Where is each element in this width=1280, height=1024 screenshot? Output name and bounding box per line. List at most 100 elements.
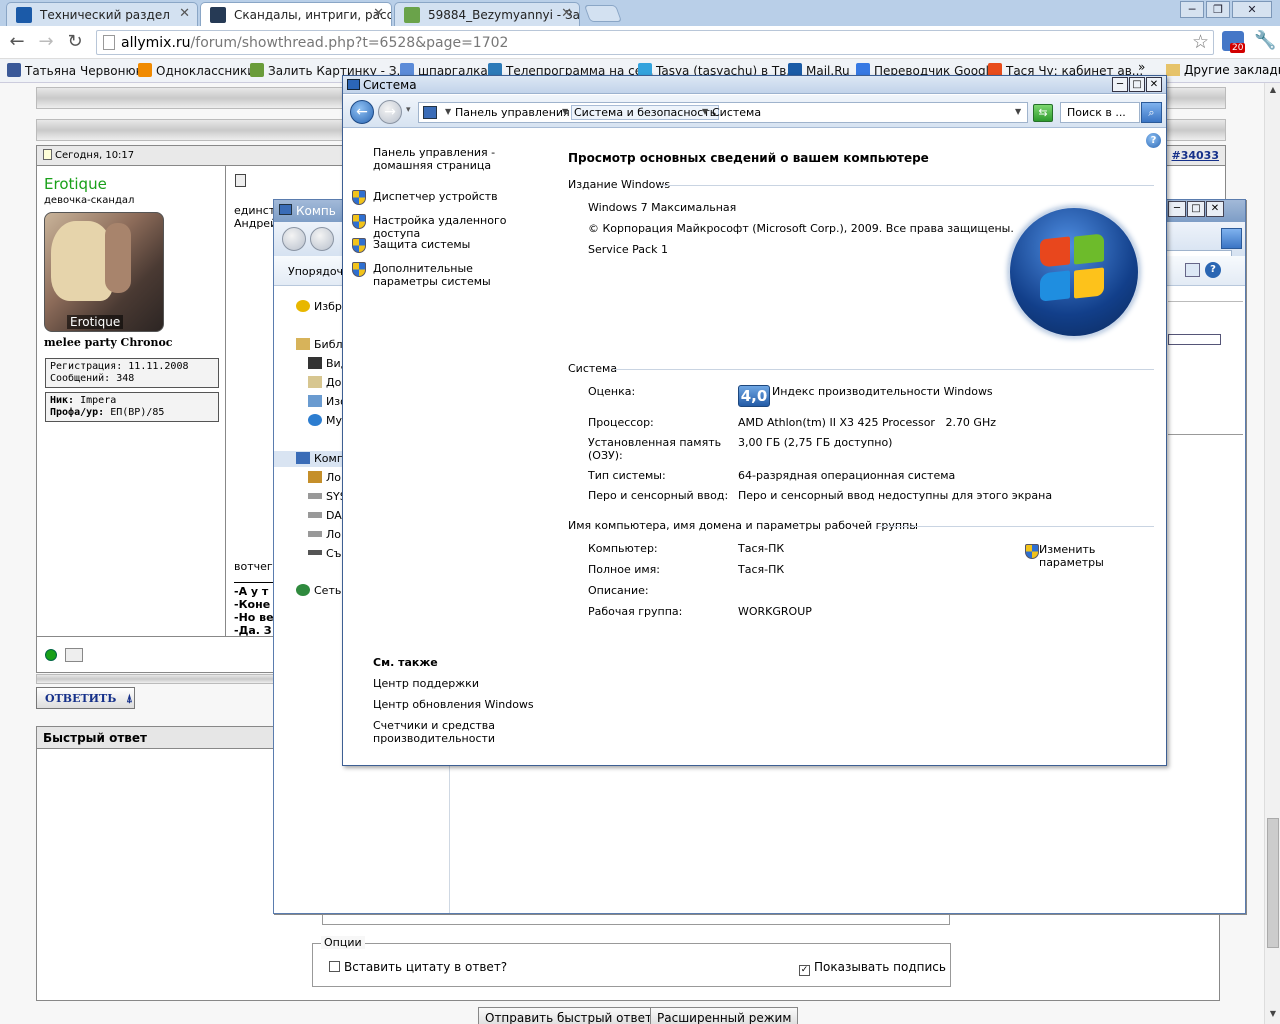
site-favicon-icon [210,7,226,23]
breadcrumb[interactable]: ▼ Панель управления ▼ Система и безопасн… [418,102,1028,123]
action-center-link[interactable]: Центр поддержки [373,677,479,690]
system-section-header: Система [568,362,1154,376]
other-bookmarks[interactable]: Другие закладки [1166,63,1280,77]
system-main: Просмотр основных сведений о вашем компь… [567,129,1157,765]
cpu-label: Процессор: [588,416,654,429]
computer-value: Тася-ПК [738,542,785,555]
minimize-icon[interactable]: ─ [1180,1,1204,18]
game-profession: ЕП(ВР)/85 [110,407,165,418]
advanced-settings-link[interactable]: Дополнительные параметры системы [373,262,533,288]
signature-checkbox[interactable]: ✓ Показывать подпись [799,960,946,976]
scroll-up-icon[interactable]: ▲ [1267,85,1279,97]
tab-upload-image[interactable]: 59884_Bezymyannyi - Залив ✕ [394,2,580,26]
device-manager-link[interactable]: Диспетчер устройств [373,190,498,203]
chevron-down-icon[interactable]: ▼ [445,107,451,116]
registration-date: 11.11.2008 [128,361,189,372]
system-type-value: 64-разрядная операционная система [738,469,956,482]
performance-tools-link[interactable]: Счетчики и средства производительности [373,719,503,745]
performance-index-link[interactable]: Индекс производительности Windows [772,385,993,398]
help-icon[interactable]: ? [1205,262,1221,278]
search-icon[interactable]: ⌕ [1141,102,1162,123]
back-arrow-icon[interactable]: ← [350,100,374,124]
nav-removable[interactable]: Съ [308,547,341,560]
refresh-icon[interactable]: ⇆ [1033,104,1053,122]
rating-label: Оценка: [588,385,636,398]
nav-libraries[interactable]: Библ [296,338,343,351]
tab-title: Технический раздел [40,8,170,22]
minimize-icon[interactable]: ─ [1112,77,1128,92]
system-protection-link[interactable]: Защита системы [373,238,470,251]
wrench-menu-icon[interactable]: 🔧 [1254,30,1276,51]
remote-settings-link[interactable]: Настройка удаленного доступа [373,214,553,240]
address-dropdown-icon[interactable]: ▼ [1015,107,1021,116]
online-status-icon [45,649,57,661]
bookmark-star-icon[interactable]: ☆ [1192,31,1209,53]
quote-checkbox[interactable]: Вставить цитату в ответ? [329,960,507,974]
preview-pane-icon[interactable] [1185,263,1200,277]
change-settings-link[interactable]: Изменить параметры [1025,543,1109,569]
system-title-bar[interactable]: Система [343,76,1166,94]
forward-arrow-icon[interactable] [310,227,334,251]
back-arrow-icon[interactable]: ← [5,31,29,52]
tab-technical-section[interactable]: Технический раздел ✕ [6,2,198,26]
windows-edition: Windows 7 Максимальная [588,201,737,214]
control-panel-home-link[interactable]: Панель управления - домашняя страница [373,146,543,172]
scroll-down-icon[interactable]: ▼ [1267,1009,1279,1021]
close-tab-icon[interactable]: ✕ [561,6,572,21]
reload-icon[interactable]: ↻ [63,31,87,52]
shield-icon [352,262,366,277]
nav-network[interactable]: Сеть [296,584,341,597]
nav-pictures[interactable]: Изо [308,395,347,408]
windows-update-link[interactable]: Центр обновления Windows [373,698,534,711]
nav-favorites[interactable]: Избр [296,300,342,313]
address-bar[interactable]: allymix.ru/forum/showthread.php?t=6528&p… [96,30,1214,55]
breadcrumb-system-security[interactable]: Система и безопасность [571,105,720,120]
drive-icon [308,493,322,499]
system-window-controls: ─ □ ✕ [1112,77,1162,92]
recent-pages-dropdown-icon[interactable]: ▾ [406,105,411,115]
nav-documents[interactable]: До [308,376,341,389]
copyright-text: © Корпорация Майкрософт (Microsoft Corp.… [588,222,1014,235]
performance-score-badge[interactable]: 4,0 [738,385,770,407]
bookmarks-overflow-button[interactable]: » [1138,60,1145,74]
search-icon[interactable] [1221,228,1242,249]
maximize-icon[interactable]: □ [1129,77,1145,92]
breadcrumb-system[interactable]: Система [712,106,761,119]
close-icon[interactable]: ✕ [1232,1,1272,18]
minimize-icon[interactable]: ─ [1168,201,1186,217]
back-arrow-icon[interactable] [282,227,306,251]
maximize-icon[interactable]: ❐ [1206,1,1230,18]
close-icon[interactable]: ✕ [1206,201,1224,217]
nav-music[interactable]: Му [308,414,342,427]
username-link[interactable]: Erotique [44,175,107,193]
music-note-icon [308,414,322,426]
advanced-mode-button[interactable]: Расширенный режим [650,1007,799,1024]
chevron-down-icon[interactable]: ▼ [562,107,568,116]
new-tab-button[interactable] [583,5,623,22]
avatar[interactable]: Erotique [44,212,164,332]
post-number-link[interactable]: #34033 [1172,149,1220,162]
windows-drive-icon [308,471,322,483]
close-tab-icon[interactable]: ✕ [179,6,190,21]
breadcrumb-control-panel[interactable]: Панель управления [455,106,570,119]
nav-drive[interactable]: DA [308,509,342,522]
reply-button[interactable]: ОТВЕТИТЬ ⍋ [36,687,135,709]
forward-arrow-icon[interactable]: → [378,100,402,124]
forward-arrow-icon[interactable]: → [34,31,58,52]
bookmark-item[interactable]: Одноклассники [138,63,255,78]
organize-menu[interactable]: Упорядоч [288,265,343,278]
chevron-down-icon[interactable]: ▼ [702,107,708,116]
page-scrollbar[interactable]: ▲ ▼ [1264,83,1280,1024]
bookmark-item[interactable]: Татьяна Червонюк [7,63,143,78]
search-input[interactable]: Поиск в ... [1060,102,1140,123]
maximize-icon[interactable]: □ [1187,201,1205,217]
scroll-thumb[interactable] [1267,818,1279,948]
submit-quick-reply-button[interactable]: Отправить быстрый ответ [478,1007,659,1024]
profile-book-icon[interactable] [65,648,83,662]
computer-icon [296,452,310,464]
vk-icon [7,63,21,77]
nav-drive[interactable]: SYS [308,490,347,503]
tab-scandals[interactable]: Скандалы, интриги, рассле ✕ [200,2,392,26]
close-tab-icon[interactable]: ✕ [373,6,384,21]
close-icon[interactable]: ✕ [1146,77,1162,92]
